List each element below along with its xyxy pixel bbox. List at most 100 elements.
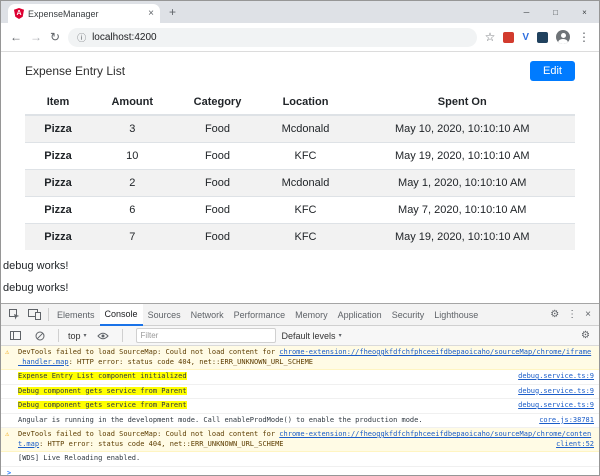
cell-item: Pizza	[25, 115, 91, 143]
debug-works-text: debug works!	[3, 260, 599, 272]
table-row: Pizza 3 Food Mcdonald May 10, 2020, 10:1…	[25, 115, 575, 143]
console-message: DevTools failed to load SourceMap: Could…	[18, 430, 594, 449]
devtools-settings-gear-icon[interactable]: ⚙	[546, 310, 563, 320]
cell-spent-on: May 7, 2020, 10:10:10 AM	[350, 197, 576, 224]
devtools-tab-performance[interactable]: Performance	[229, 305, 291, 325]
clear-console-icon[interactable]	[31, 331, 49, 341]
window-maximize-button[interactable]: □	[541, 1, 570, 23]
console-warning-row: ⚠ DevTools failed to load SourceMap: Cou…	[1, 428, 599, 452]
edit-button[interactable]: Edit	[530, 61, 575, 81]
devtools-panel: Elements Console Sources Network Perform…	[1, 303, 599, 475]
tab-close-icon[interactable]: ×	[148, 9, 154, 19]
console-toolbar-right: ⚙	[577, 331, 594, 341]
tab-title: ExpenseManager	[28, 9, 144, 19]
console-output: ⚠ DevTools failed to load SourceMap: Cou…	[1, 346, 599, 475]
live-expression-eye-icon[interactable]	[93, 332, 113, 340]
url-text[interactable]: localhost:4200	[92, 32, 157, 43]
console-warning-row: ⚠ DevTools failed to load SourceMap: Cou…	[1, 346, 599, 370]
warning-text: DevTools failed to load SourceMap: Could…	[18, 430, 279, 438]
console-message: Expense Entry List component initialized	[18, 372, 514, 382]
cell-location: KFC	[262, 143, 350, 170]
source-link[interactable]: debug.service.ts:9	[518, 372, 594, 382]
header-item: Item	[25, 90, 91, 115]
address-bar[interactable]: ⓘ localhost:4200	[68, 28, 477, 47]
devtools-tab-lighthouse[interactable]: Lighthouse	[429, 305, 483, 325]
device-toolbar-icon[interactable]	[24, 309, 45, 320]
devtools-tabbar-right: ⚙ ⋮ ×	[546, 310, 595, 320]
cell-amount: 3	[91, 115, 174, 143]
profile-avatar[interactable]	[556, 30, 570, 44]
console-log-row: Debug component gets service from Parent…	[1, 399, 599, 414]
source-link[interactable]: core.js:38781	[539, 416, 594, 426]
angular-favicon-icon: A	[14, 8, 24, 19]
page-title: Expense Entry List	[25, 64, 125, 78]
cell-location: KFC	[262, 224, 350, 251]
back-icon[interactable]: ←	[10, 31, 22, 43]
extension-dark-icon[interactable]	[537, 32, 548, 43]
expense-table: Item Amount Category Location Spent On P…	[25, 90, 575, 250]
devtools-tab-network[interactable]: Network	[186, 305, 229, 325]
cell-amount: 7	[91, 224, 174, 251]
toolbar-separator	[48, 308, 49, 321]
cell-amount: 10	[91, 143, 174, 170]
console-message: Angular is running in the development mo…	[18, 416, 514, 426]
devtools-tab-sources[interactable]: Sources	[143, 305, 186, 325]
browser-menu-icon[interactable]: ⋮	[578, 31, 590, 43]
console-log-row: Angular is running in the development mo…	[1, 414, 599, 429]
context-selector-label: top	[68, 331, 81, 341]
table-row: Pizza 2 Food Mcdonald May 1, 2020, 10:10…	[25, 170, 575, 197]
window-close-button[interactable]: ×	[570, 1, 599, 23]
devtools-more-icon[interactable]: ⋮	[563, 310, 581, 320]
warning-text: : HTTP error: status code 404, net::ERR_…	[69, 358, 313, 366]
devtools-tab-application[interactable]: Application	[333, 305, 387, 325]
site-info-icon[interactable]: ⓘ	[77, 31, 86, 44]
cell-category: Food	[174, 224, 262, 251]
inspect-element-icon[interactable]	[5, 309, 24, 320]
console-message: Debug component gets service from Parent	[18, 401, 514, 411]
forward-icon[interactable]: →	[30, 31, 42, 43]
new-tab-button[interactable]: +	[169, 6, 176, 18]
devtools-tab-console[interactable]: Console	[100, 304, 143, 326]
cell-item: Pizza	[25, 143, 91, 170]
cell-spent-on: May 1, 2020, 10:10:10 AM	[350, 170, 576, 197]
extension-v-icon[interactable]: V	[522, 32, 529, 43]
tab-strip: A ExpenseManager × + ─ □ ×	[1, 1, 599, 23]
devtools-close-icon[interactable]: ×	[581, 310, 595, 320]
extension-red-icon[interactable]	[503, 32, 514, 43]
console-message: [WDS] Live Reloading enabled.	[18, 454, 514, 464]
devtools-tab-elements[interactable]: Elements	[52, 305, 100, 325]
cell-spent-on: May 19, 2020, 10:10:10 AM	[350, 224, 576, 251]
bookmark-star-icon[interactable]: ☆	[485, 31, 496, 43]
console-settings-gear-icon[interactable]: ⚙	[577, 331, 594, 341]
window-minimize-button[interactable]: ─	[512, 1, 541, 23]
source-link[interactable]: client:52	[556, 440, 594, 450]
warning-icon: ⚠	[5, 430, 9, 440]
cell-category: Food	[174, 143, 262, 170]
log-levels-label: Default levels	[282, 331, 336, 341]
console-message: DevTools failed to load SourceMap: Could…	[18, 348, 594, 367]
browser-tab[interactable]: A ExpenseManager ×	[8, 4, 160, 23]
header-category: Category	[174, 90, 262, 115]
chevron-down-icon: ▾	[339, 332, 342, 339]
debug-works-text: debug works!	[3, 282, 599, 294]
header-amount: Amount	[91, 90, 174, 115]
console-filter-input[interactable]	[136, 328, 276, 343]
refresh-icon[interactable]: ↻	[50, 31, 60, 43]
devtools-tab-security[interactable]: Security	[387, 305, 430, 325]
cell-category: Food	[174, 170, 262, 197]
console-log-row: Expense Entry List component initialized…	[1, 370, 599, 385]
source-link[interactable]: debug.service.ts:9	[518, 401, 594, 411]
devtools-tab-memory[interactable]: Memory	[290, 305, 333, 325]
context-selector-dropdown[interactable]: top▾	[68, 331, 87, 341]
table-row: Pizza 10 Food KFC May 19, 2020, 10:10:10…	[25, 143, 575, 170]
console-sidebar-icon[interactable]	[6, 331, 25, 340]
cell-amount: 2	[91, 170, 174, 197]
console-log-row: Debug component gets service from Parent…	[1, 385, 599, 400]
avatar-body	[558, 39, 568, 44]
log-levels-dropdown[interactable]: Default levels▾	[282, 331, 342, 341]
console-prompt[interactable]: >	[1, 467, 599, 476]
cell-item: Pizza	[25, 170, 91, 197]
source-link[interactable]: debug.service.ts:9	[518, 387, 594, 397]
cell-location: Mcdonald	[262, 170, 350, 197]
highlighted-log-text: Expense Entry List component initialized	[18, 372, 187, 380]
